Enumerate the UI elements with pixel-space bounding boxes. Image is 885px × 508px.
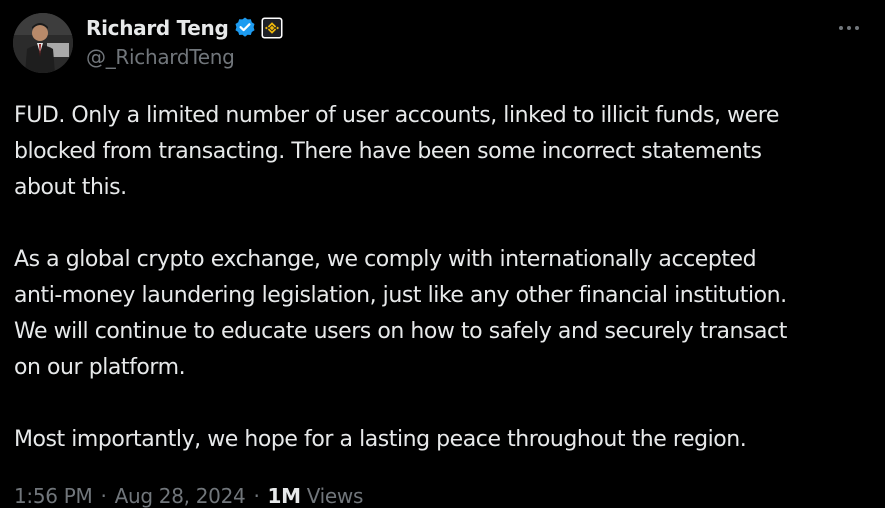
author-handle[interactable]: @_RichardTeng	[86, 45, 235, 69]
binance-logo-icon[interactable]	[261, 17, 283, 39]
author-display-name[interactable]: Richard Teng	[86, 16, 229, 40]
tweet-paragraph: Most importantly, we hope for a lasting …	[14, 427, 747, 452]
views-count: 1M	[267, 484, 302, 508]
tweet-paragraph: As a global crypto exchange, we comply w…	[14, 247, 787, 380]
tweet: Richard Teng @_RichardTeng FUD. Only a l…	[0, 0, 885, 508]
tweet-text: FUD. Only a limited number of user accou…	[14, 98, 880, 458]
tweet-meta: 1:56 PM · Aug 28, 2024 · 1M Views	[14, 484, 363, 508]
tweet-paragraph: FUD. Only a limited number of user accou…	[14, 103, 779, 200]
views-label: Views	[306, 484, 364, 508]
more-options-button[interactable]	[830, 14, 868, 42]
more-horizontal-icon	[839, 26, 859, 30]
meta-separator: ·	[253, 484, 260, 508]
verified-badge-icon[interactable]	[233, 16, 257, 40]
tweet-date[interactable]: Aug 28, 2024	[115, 484, 246, 508]
author-name-row: Richard Teng	[86, 14, 283, 42]
tweet-time[interactable]: 1:56 PM	[14, 484, 93, 508]
meta-separator: ·	[100, 484, 107, 508]
avatar-image	[13, 13, 73, 73]
avatar[interactable]	[13, 13, 73, 73]
